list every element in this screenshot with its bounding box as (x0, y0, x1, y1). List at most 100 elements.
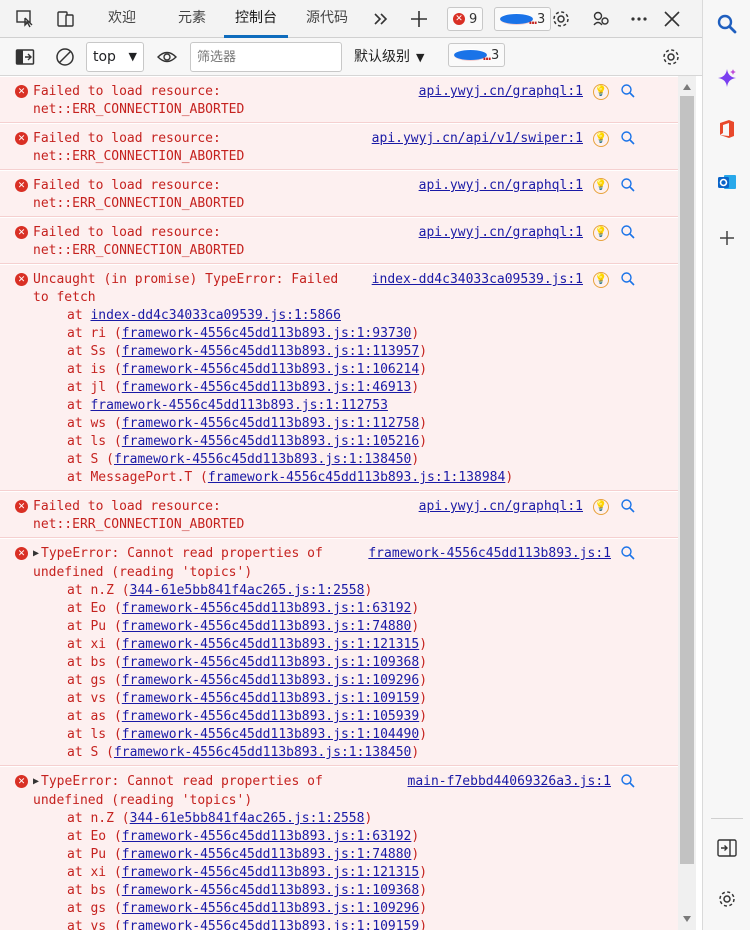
console-settings-gear-icon[interactable] (660, 46, 682, 68)
lightbulb-icon[interactable]: 💡 (593, 178, 609, 194)
customize-icon[interactable] (590, 8, 612, 30)
inspect-element-icon[interactable] (14, 8, 36, 30)
stack-frame-link[interactable]: framework-4556c45dd113b893.js:1:109296 (122, 673, 419, 688)
message-count-badge[interactable]: … 3 (494, 7, 552, 31)
search-issue-icon[interactable] (620, 130, 636, 146)
stack-frame: at S (framework-4556c45dd113b893.js:1:13… (33, 451, 678, 469)
lightbulb-icon[interactable]: 💡 (593, 225, 609, 241)
source-link[interactable]: index-dd4c34033ca09539.js:1 (372, 271, 583, 289)
stack-frame-link[interactable]: framework-4556c45dd113b893.js:1:74880 (122, 847, 412, 862)
close-devtools-icon[interactable] (661, 8, 683, 30)
error-text: Failed to load resource: net::ERR_CONNEC… (33, 178, 245, 211)
edge-sidebar (702, 0, 750, 930)
stack-frame-suffix: ) (411, 380, 420, 395)
source-link[interactable]: framework-4556c45dd113b893.js:1 (368, 545, 611, 563)
lightbulb-icon[interactable]: 💡 (593, 272, 609, 288)
stack-frame-link[interactable]: framework-4556c45dd113b893.js:1:109159 (122, 919, 419, 930)
source-link[interactable]: api.ywyj.cn/graphql:1 (419, 83, 583, 101)
toolbar-message-badge[interactable]: … 3 (448, 43, 506, 67)
stack-frame-link[interactable]: framework-4556c45dd113b893.js:1:109368 (122, 883, 419, 898)
tab-sources[interactable]: 源代码 (296, 0, 358, 38)
stack-frame-link[interactable]: framework-4556c45dd113b893.js:1:106214 (122, 362, 419, 377)
source-link[interactable]: api.ywyj.cn/api/v1/swiper:1 (372, 130, 583, 148)
lightbulb-icon[interactable]: 💡 (593, 84, 609, 100)
search-issue-icon[interactable] (620, 498, 636, 514)
add-icon[interactable] (715, 226, 739, 250)
search-issue-icon[interactable] (620, 271, 636, 287)
stack-frame-link[interactable]: framework-4556c45dd113b893.js:1:109296 (122, 901, 419, 916)
clear-console-icon[interactable] (54, 46, 76, 68)
source-link[interactable]: api.ywyj.cn/graphql:1 (419, 177, 583, 195)
lightbulb-icon[interactable]: 💡 (593, 499, 609, 515)
source-link[interactable]: api.ywyj.cn/graphql:1 (419, 498, 583, 516)
source-link[interactable]: api.ywyj.cn/graphql:1 (419, 224, 583, 242)
stack-frame-link[interactable]: framework-4556c45dd113b893.js:1:112753 (90, 398, 387, 413)
search-issue-icon[interactable] (620, 545, 636, 561)
log-level-dropdown[interactable]: 默认级别 ▼ (354, 42, 424, 72)
stack-frame-prefix: at gs ( (67, 901, 122, 916)
stack-frame-link[interactable]: framework-4556c45dd113b893.js:1:138984 (208, 470, 505, 485)
stack-frame-link[interactable]: framework-4556c45dd113b893.js:1:105939 (122, 709, 419, 724)
tab-elements[interactable]: 元素 (168, 0, 216, 38)
tab-welcome[interactable]: 欢迎 (98, 0, 146, 38)
stack-frame-link[interactable]: framework-4556c45dd113b893.js:1:138450 (114, 745, 411, 760)
stack-frame-prefix: at is ( (67, 362, 122, 377)
stack-frame-link[interactable]: framework-4556c45dd113b893.js:1:93730 (122, 326, 412, 341)
settings-icon[interactable] (715, 887, 739, 911)
error-x-icon: ✕ (15, 85, 28, 98)
stack-frame-link[interactable]: framework-4556c45dd113b893.js:1:46913 (122, 380, 412, 395)
search-issue-icon[interactable] (620, 224, 636, 240)
add-tab-icon[interactable] (408, 8, 430, 30)
stack-frame-link[interactable]: framework-4556c45dd113b893.js:1:121315 (122, 637, 419, 652)
log-level-label: 默认级别 (354, 49, 410, 65)
search-icon[interactable] (715, 12, 739, 36)
stack-frame: at MessagePort.T (framework-4556c45dd113… (33, 469, 678, 487)
stack-frame-link[interactable]: framework-4556c45dd113b893.js:1:104490 (122, 727, 419, 742)
stack-frame-link[interactable]: framework-4556c45dd113b893.js:1:109159 (122, 691, 419, 706)
scroll-down-arrow-icon[interactable] (683, 916, 691, 922)
live-expression-eye-icon[interactable] (156, 46, 178, 68)
more-tabs-icon[interactable] (370, 8, 392, 30)
scroll-up-arrow-icon[interactable] (683, 84, 691, 90)
search-issue-icon[interactable] (620, 177, 636, 193)
lightbulb-icon[interactable]: 💡 (593, 131, 609, 147)
console-scrollbar[interactable] (678, 76, 696, 930)
stack-frame-suffix: ) (411, 745, 420, 760)
stack-frame-link[interactable]: 344-61e5bb841f4ac265.js:1:2558 (130, 811, 365, 826)
stack-frame-link[interactable]: 344-61e5bb841f4ac265.js:1:2558 (130, 583, 365, 598)
context-selector[interactable]: top ▼ (86, 42, 144, 72)
stack-frame-link[interactable]: framework-4556c45dd113b893.js:1:112758 (122, 416, 419, 431)
stack-frame-link[interactable]: framework-4556c45dd113b893.js:1:138450 (114, 452, 411, 467)
tab-console[interactable]: 控制台 (224, 0, 288, 38)
stack-frame-link[interactable]: framework-4556c45dd113b893.js:1:121315 (122, 865, 419, 880)
device-emulation-icon[interactable] (54, 8, 76, 30)
expand-triangle-icon[interactable]: ▶ (33, 545, 39, 563)
error-count-badge[interactable]: ✕ 9 (447, 7, 484, 31)
stack-frame: at Pu (framework-4556c45dd113b893.js:1:7… (33, 618, 678, 636)
toggle-sidebar-icon[interactable] (14, 46, 36, 68)
stack-frame-link[interactable]: framework-4556c45dd113b893.js:1:74880 (122, 619, 412, 634)
copilot-icon[interactable] (715, 66, 739, 90)
outlook-icon[interactable] (715, 170, 739, 194)
scrollbar-thumb[interactable] (680, 96, 694, 864)
office-icon[interactable] (715, 117, 739, 141)
source-link[interactable]: main-f7ebbd44069326a3.js:1 (408, 773, 612, 791)
stack-frame-link[interactable]: framework-4556c45dd113b893.js:1:63192 (122, 829, 412, 844)
stack-frame-link[interactable]: framework-4556c45dd113b893.js:1:113957 (122, 344, 419, 359)
search-issue-icon[interactable] (620, 83, 636, 99)
settings-gear-icon[interactable] (550, 8, 572, 30)
stack-frame: at xi (framework-4556c45dd113b893.js:1:1… (33, 864, 678, 882)
stack-frame-suffix: ) (419, 362, 428, 377)
expand-triangle-icon[interactable]: ▶ (33, 773, 39, 791)
hide-sidebar-icon[interactable] (715, 836, 739, 860)
search-issue-icon[interactable] (620, 773, 636, 789)
stack-frame-link[interactable]: index-dd4c34033ca09539.js:1:5866 (90, 308, 340, 323)
stack-frame-link[interactable]: framework-4556c45dd113b893.js:1:105216 (122, 434, 419, 449)
more-options-icon[interactable] (628, 8, 650, 30)
filter-input[interactable] (190, 42, 342, 72)
stack-frame: at Eo (framework-4556c45dd113b893.js:1:6… (33, 828, 678, 846)
stack-frame-link[interactable]: framework-4556c45dd113b893.js:1:109368 (122, 655, 419, 670)
stack-frame-link[interactable]: framework-4556c45dd113b893.js:1:63192 (122, 601, 412, 616)
stack-frame-prefix: at (67, 398, 91, 413)
stack-frame-suffix: ) (419, 655, 428, 670)
